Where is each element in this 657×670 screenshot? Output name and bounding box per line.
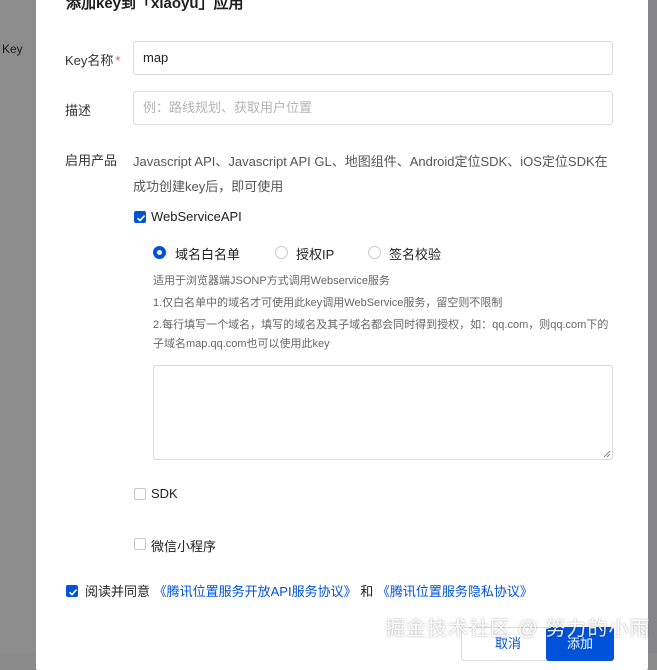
radio-domain-whitelist-label[interactable]: 域名白名单 [175,244,240,263]
radio-authorized-ip-label[interactable]: 授权IP [296,244,334,263]
webservice-hint-line2: 1.仅白名单中的域名才可使用此key调用WebService服务，留空则不限制 [153,297,503,309]
products-description: Javascript API、Javascript API GL、地图组件、An… [133,154,608,194]
key-name-label: Key名称 * [65,50,120,69]
products-label: 启用产品 [65,153,118,168]
privacy-agreement-link[interactable]: 《腾讯位置服务隐私协议》 [377,584,533,599]
checkmark-icon [68,589,78,596]
agreement-checkbox[interactable] [66,585,78,597]
webservice-checkbox[interactable] [134,211,146,223]
mini-program-label[interactable]: 微信小程序 [151,536,216,555]
sdk-label[interactable]: SDK [151,486,178,501]
agreement-text: 阅读并同意 《腾讯位置服务开放API服务协议》 和 《腾讯位置服务隐私协议》 [85,581,533,600]
add-key-dialog: 添加key到「xiaoyu」应用 Key名称 * map 描述 例：路线规划、获取… [36,0,648,670]
mini-program-checkbox[interactable] [134,538,146,550]
checkmark-icon [136,215,146,222]
watermark: 掘金技术社区 @ 努力的小雨 [385,618,651,640]
resize-handle-icon[interactable] [602,449,611,458]
radio-domain-whitelist[interactable] [153,246,166,259]
key-name-input[interactable]: map [133,41,613,75]
key-name-label-text: Key名称 [65,53,114,68]
description-input[interactable]: 例：路线规划、获取用户位置 [133,91,613,125]
radio-authorized-ip[interactable] [275,246,288,259]
description-label: 描述 [65,103,92,118]
dialog-title: 添加key到「xiaoyu」应用 [66,0,244,12]
radio-signature-check-label[interactable]: 签名校验 [389,244,441,263]
webservice-hint-line3: 2.每行填写一个域名，填写的域名及其子域名都会同时得到授权，如：qq.com，则… [153,319,609,350]
agreement-and: 和 [360,584,374,599]
agreement-prefix: 阅读并同意 [85,584,151,599]
sdk-checkbox[interactable] [134,488,146,500]
domain-whitelist-textarea[interactable] [153,365,613,460]
webservice-label[interactable]: WebServiceAPI [151,209,242,224]
required-mark: * [115,53,121,68]
api-service-agreement-link[interactable]: 《腾讯位置服务开放API服务协议》 [154,584,357,599]
radio-signature-check[interactable] [368,246,381,259]
webservice-hint-line1: 适用于浏览器端JSONP方式调用Webservice服务 [153,275,390,287]
